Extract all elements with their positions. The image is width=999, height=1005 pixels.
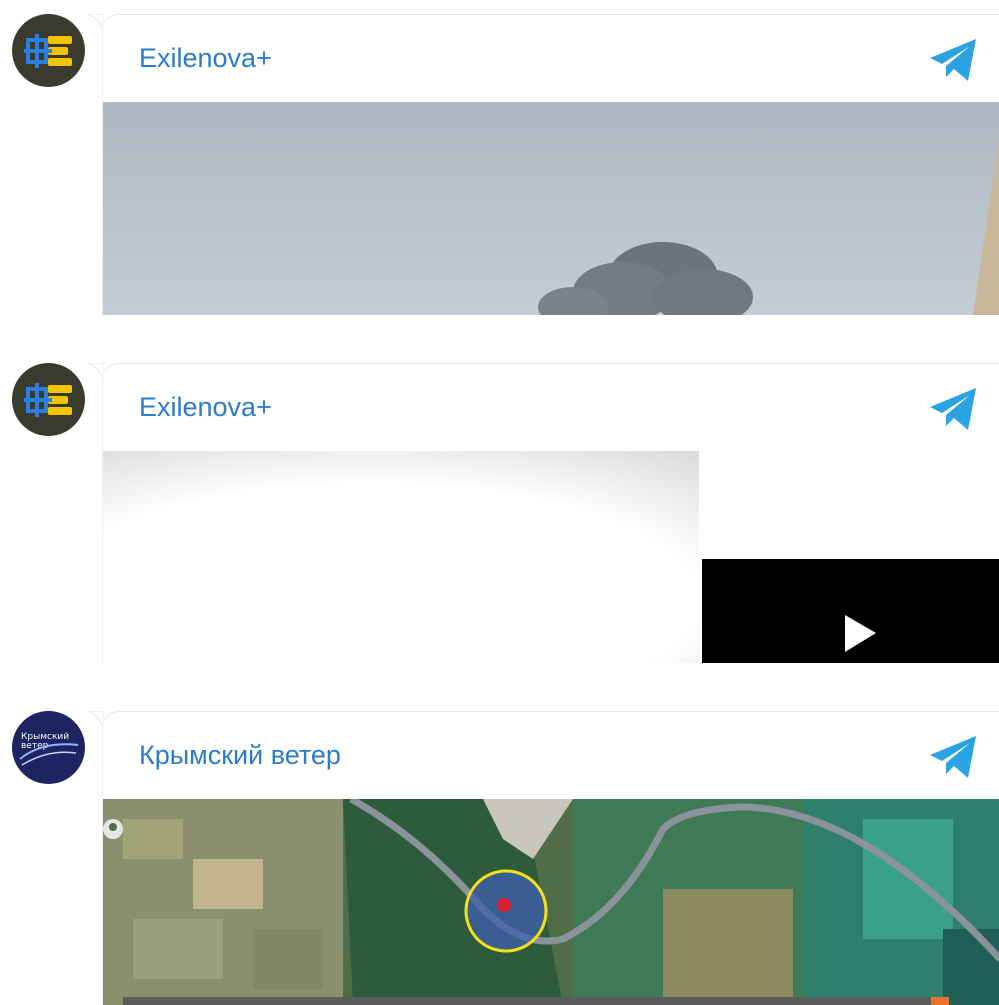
telegram-icon[interactable] — [928, 734, 980, 780]
video-frame — [103, 451, 699, 663]
satellite-map — [103, 799, 999, 1005]
play-icon — [845, 615, 876, 652]
channel-name[interactable]: Крымский ветер — [139, 740, 341, 771]
channel-avatar[interactable] — [12, 363, 85, 436]
play-button[interactable] — [702, 559, 999, 663]
exilenova-logo-icon — [24, 383, 72, 417]
channel-name[interactable]: Exilenova+ — [139, 392, 272, 423]
channel-avatar[interactable]: Крымский ветер — [12, 711, 85, 784]
channel-name[interactable]: Exilenova+ — [139, 43, 272, 74]
telegram-icon[interactable] — [928, 386, 980, 432]
wave-icon — [19, 743, 79, 766]
post-card: Exilenova+ — [102, 14, 999, 316]
post-photo[interactable] — [103, 102, 999, 315]
post-card: Крымский ветер — [102, 711, 999, 1005]
telegram-icon[interactable] — [928, 37, 980, 83]
exilenova-logo-icon — [24, 34, 72, 68]
channel-avatar[interactable] — [12, 14, 85, 87]
map-image[interactable] — [103, 799, 999, 1005]
smoke-cloud-photo — [103, 102, 999, 315]
video-thumbnail[interactable] — [103, 451, 699, 663]
